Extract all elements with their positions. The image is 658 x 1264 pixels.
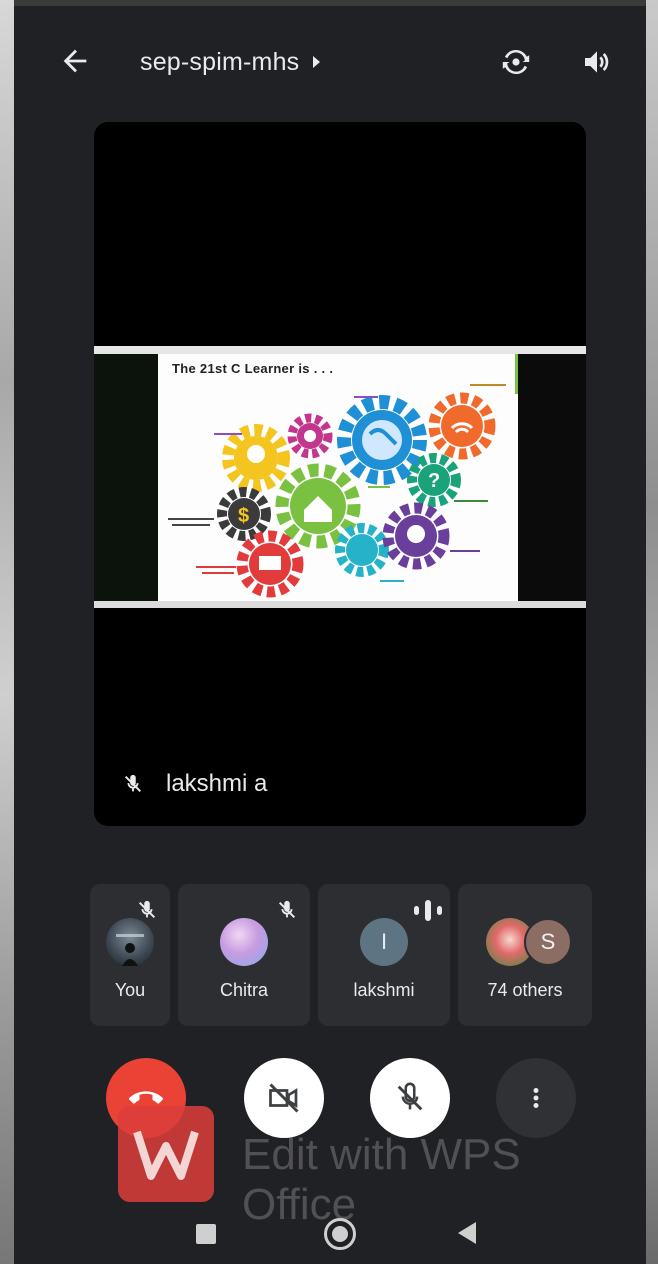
presentation-slide: ? $ The 21st C Learner is . . .	[158, 354, 518, 601]
participant-name: 74 others	[487, 980, 563, 1000]
top-bar: sep-spim-mhs	[14, 6, 646, 110]
presenter-label: lakshmi a	[122, 770, 267, 798]
participant-tile-chitra[interactable]: Chitra	[178, 884, 310, 1026]
caret-right-icon	[313, 56, 321, 68]
participant-name: You	[114, 980, 146, 1000]
presenter-name: lakshmi a	[166, 770, 268, 797]
svg-text:?: ?	[428, 470, 440, 492]
speaking-indicator-icon	[414, 900, 442, 921]
home-icon[interactable]	[324, 1218, 356, 1250]
mic-off-icon	[278, 900, 296, 919]
switch-camera-icon[interactable]	[498, 44, 534, 80]
svg-text:$: $	[238, 505, 249, 527]
shared-screen: ? $ The 21st C Learner is . . .	[94, 346, 586, 608]
participant-tile-you[interactable]: You	[90, 884, 170, 1026]
wps-w-icon	[133, 1130, 199, 1180]
avatar	[220, 918, 268, 966]
slide-title: The 21st C Learner is . . .	[172, 361, 334, 376]
device-bezel-left	[0, 0, 14, 1264]
shared-screen-right-panel	[518, 354, 586, 601]
avatar	[106, 918, 154, 966]
microphone-toggle-button[interactable]	[370, 1058, 450, 1138]
slide-accent-bar	[515, 354, 518, 394]
mic-off-icon	[397, 1082, 423, 1111]
mic-off-icon	[124, 774, 142, 793]
participant-tile-lakshmi[interactable]: I lakshmi	[318, 884, 450, 1026]
meeting-title: sep-spim-mhs	[140, 47, 300, 76]
meeting-title-button[interactable]: sep-spim-mhs	[140, 42, 321, 82]
participant-tile-others[interactable]: S 74 others	[458, 884, 592, 1026]
shared-screen-taskbar	[94, 601, 586, 608]
participant-strip: You Chitra I lakshmi S 74 others	[90, 884, 592, 1026]
device-bezel-right	[646, 0, 658, 1264]
shared-screen-left-panel	[94, 354, 158, 601]
shared-screen-toolbar	[94, 346, 586, 354]
participant-name: Chitra	[219, 980, 268, 1000]
avatar-initial: I	[360, 918, 408, 966]
gears-illustration: ? $	[168, 384, 506, 598]
wps-logo	[118, 1106, 214, 1202]
back-triangle-icon[interactable]	[458, 1222, 476, 1244]
camera-toggle-button[interactable]	[244, 1058, 324, 1138]
android-nav-bar	[14, 1198, 646, 1264]
avatar-initial: S	[524, 918, 572, 966]
speaker-icon[interactable]	[580, 46, 614, 78]
back-arrow-icon[interactable]	[58, 44, 92, 78]
camera-off-icon	[269, 1083, 299, 1113]
more-vertical-icon	[533, 1088, 539, 1108]
recents-icon[interactable]	[196, 1224, 216, 1244]
more-options-button[interactable]	[496, 1058, 576, 1138]
person-silhouette-icon	[116, 934, 144, 966]
participant-name: lakshmi	[353, 980, 415, 1000]
main-video-tile[interactable]: ? $ The 21st C Learner is . . . lakshmi …	[94, 122, 586, 826]
meet-screen: sep-spim-mhs ? $ The 21st C Learner is .…	[14, 6, 646, 1264]
